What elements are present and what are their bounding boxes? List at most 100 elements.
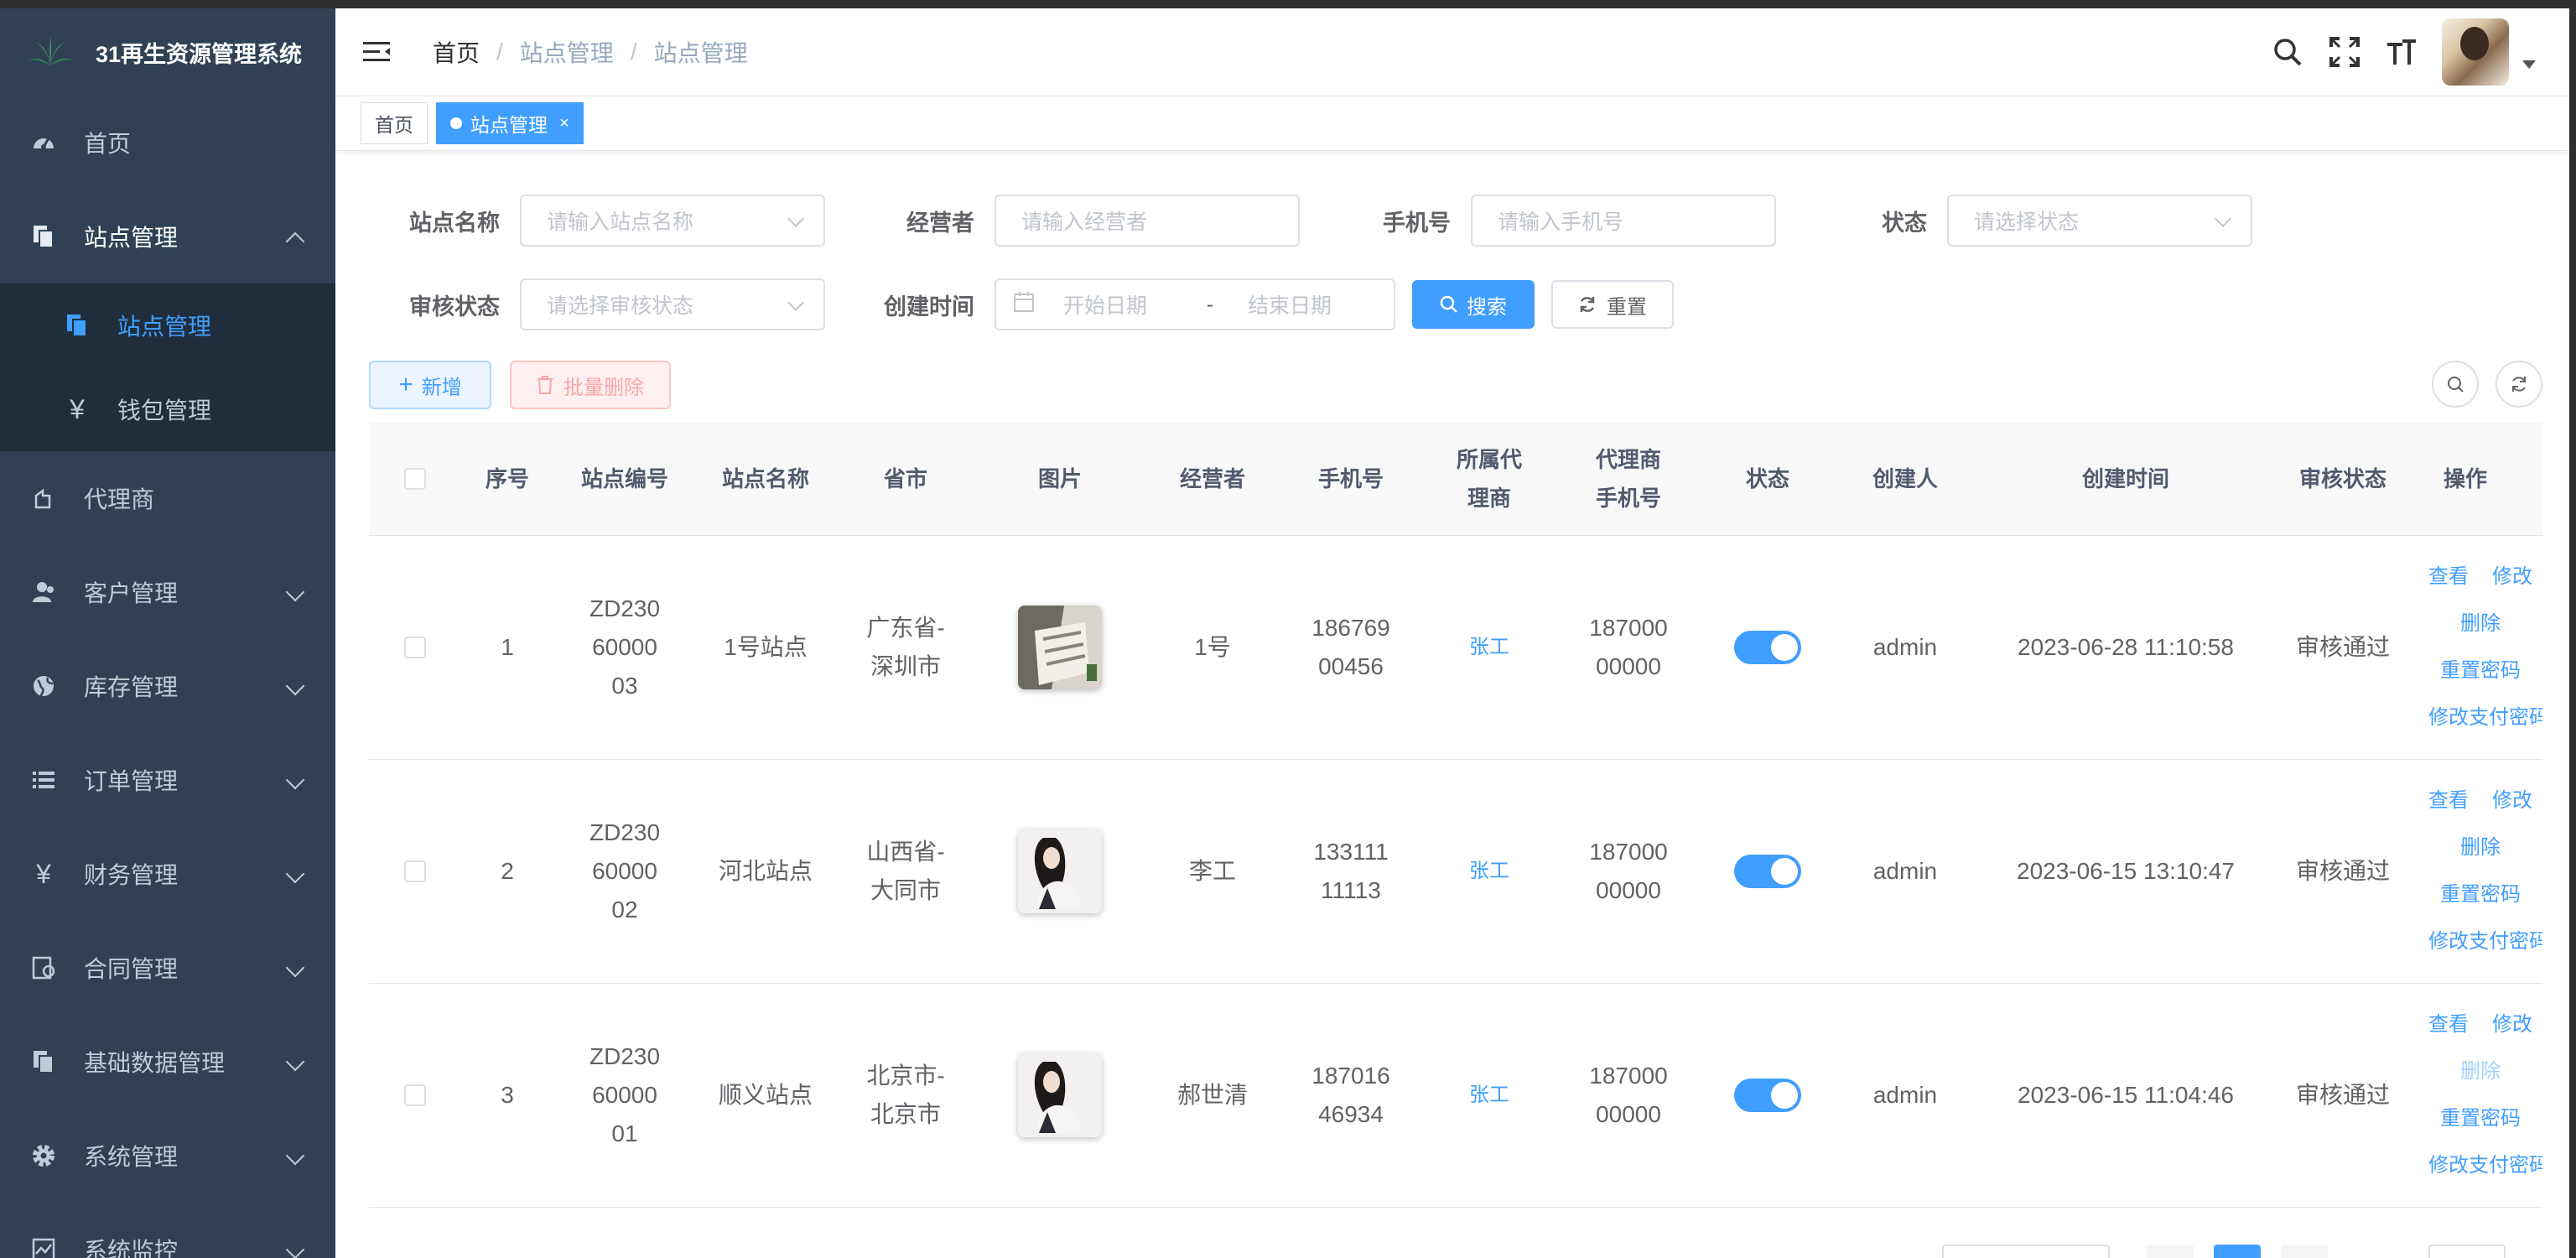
refresh-button[interactable] [2496, 361, 2542, 408]
sidebar-item-system[interactable]: 系统管理 [0, 1109, 335, 1203]
cell-created: 2023-06-15 13:10:47 [2017, 858, 2235, 884]
status-placeholder: 请选择状态 [1974, 211, 2080, 234]
edit-link[interactable]: 修改 [2492, 782, 2532, 820]
status-switch[interactable] [1734, 631, 1801, 664]
edit-link[interactable]: 修改 [2492, 1006, 2532, 1044]
sidebar-item-customer[interactable]: 客户管理 [0, 545, 335, 639]
delete-link[interactable]: 删除 [2460, 1053, 2501, 1091]
cell-name: 顺义站点 [718, 1082, 813, 1108]
menu-toggle-icon[interactable] [362, 38, 391, 66]
search-button[interactable]: 搜索 [1412, 280, 1535, 329]
view-link[interactable]: 查看 [2428, 782, 2469, 820]
row-checkbox[interactable] [404, 860, 426, 882]
caret-down-icon[interactable] [2522, 60, 2536, 69]
cell-agent: 张工 [1420, 984, 1558, 1207]
cell-agent-phone: 18700000000 [1589, 1063, 1668, 1127]
date-range-picker[interactable]: 开始日期 - 结束日期 [995, 278, 1395, 330]
cell-ops: 查看 修改 删除 重置密码 修改支付密码 [2408, 536, 2542, 759]
pagination-jumper[interactable] [2428, 1245, 2506, 1258]
cell-agent-phone: 18700000000 [1589, 839, 1668, 903]
status-label: 状态 [1882, 210, 1927, 236]
cell-operator: 1号 [1194, 634, 1231, 660]
cell-creator: admin [1872, 858, 1938, 884]
close-icon[interactable]: × [559, 114, 569, 133]
site-photo[interactable] [1018, 829, 1102, 913]
sidebar-item-monitor[interactable]: 系统监控 [0, 1203, 335, 1258]
select-all-checkbox[interactable] [404, 468, 426, 490]
navbar-actions [2247, 8, 2536, 96]
sidebar-item-base-data[interactable]: 基础数据管理 [0, 1015, 335, 1109]
row-checkbox[interactable] [404, 637, 426, 658]
logo[interactable]: 31再生资源管理系统 [0, 8, 335, 96]
list-icon [30, 767, 57, 793]
sidebar-item-finance[interactable]: ¥ 财务管理 [0, 827, 335, 921]
tag-home[interactable]: 首页 [361, 102, 428, 144]
reset-button[interactable]: 重置 [1551, 280, 1674, 329]
end-date-placeholder[interactable]: 结束日期 [1248, 289, 1332, 320]
status-switch[interactable] [1734, 1079, 1801, 1112]
view-link[interactable]: 查看 [2428, 558, 2469, 596]
breadcrumb-home[interactable]: 首页 [433, 35, 480, 69]
sidebar-item-inventory[interactable]: 库存管理 [0, 639, 335, 733]
agent-link[interactable]: 张工 [1469, 628, 1509, 667]
date-range-separator: - [1206, 292, 1214, 316]
sidebar-item-label: 订单管理 [84, 768, 179, 794]
toggle-search-button[interactable] [2432, 361, 2479, 408]
col-image: 图片 [1037, 466, 1082, 491]
sidebar-item-site-management-sub[interactable]: 站点管理 [0, 283, 335, 367]
edit-pay-password-link[interactable]: 修改支付密码 [2428, 699, 2542, 737]
search-icon[interactable] [2271, 35, 2304, 69]
sidebar-item-agent[interactable]: 代理商 [0, 451, 335, 545]
breadcrumb-current: 站点管理 [653, 40, 748, 66]
reset-password-link[interactable]: 重置密码 [2440, 1099, 2521, 1138]
pagination-size-select[interactable] [1942, 1245, 2110, 1258]
status-select[interactable]: 请选择状态 [1947, 195, 2252, 247]
reset-password-link[interactable]: 重置密码 [2440, 652, 2521, 690]
site-photo[interactable] [1018, 1053, 1102, 1137]
sidebar-item-home[interactable]: 首页 [0, 96, 335, 190]
agent-link[interactable]: 张工 [1469, 1076, 1509, 1115]
cell-creator: admin [1872, 1082, 1938, 1108]
cell-phone: 18701646934 [1311, 1063, 1390, 1127]
trash-icon [538, 376, 553, 394]
tag-site-management[interactable]: 站点管理 × [436, 102, 584, 144]
add-button[interactable]: + 新增 [369, 361, 491, 409]
sidebar-item-contract[interactable]: 合同管理 [0, 921, 335, 1015]
cell-agent: 张工 [1420, 536, 1558, 759]
contract-icon [30, 954, 57, 981]
sidebar-item-orders[interactable]: 订单管理 [0, 733, 335, 827]
col-index: 序号 [485, 466, 529, 491]
edit-link[interactable]: 修改 [2492, 558, 2532, 596]
pagination-prev[interactable] [2147, 1245, 2194, 1258]
edit-pay-password-link[interactable]: 修改支付密码 [2428, 1146, 2542, 1185]
audit-status-select[interactable]: 请选择审核状态 [520, 278, 825, 330]
pagination-next[interactable] [2281, 1245, 2328, 1258]
agent-link[interactable]: 张工 [1469, 852, 1509, 891]
operator-input[interactable]: 请输入经营者 [995, 195, 1300, 247]
delete-link[interactable]: 删除 [2460, 605, 2501, 643]
batch-delete-button[interactable]: 批量删除 [510, 361, 671, 409]
edit-pay-password-link[interactable]: 修改支付密码 [2428, 923, 2542, 961]
delete-link[interactable]: 删除 [2460, 829, 2501, 867]
font-size-icon[interactable] [2385, 35, 2418, 69]
avatar[interactable] [2442, 18, 2509, 86]
start-date-placeholder[interactable]: 开始日期 [1063, 289, 1189, 320]
reset-password-link[interactable]: 重置密码 [2440, 876, 2521, 914]
breadcrumb-site-management[interactable]: 站点管理 [520, 35, 614, 69]
site-photo[interactable] [1018, 606, 1102, 689]
sidebar-item-site-management[interactable]: 站点管理 [0, 190, 335, 283]
sidebar-item-wallet[interactable]: ¥ 钱包管理 [0, 367, 335, 451]
cell-image [976, 760, 1144, 983]
cell-status [1699, 536, 1836, 759]
row-checkbox[interactable] [404, 1084, 426, 1106]
phone-input[interactable]: 请输入手机号 [1471, 195, 1776, 247]
pagination-page-active[interactable] [2214, 1245, 2261, 1258]
audit-status-label: 审核状态 [409, 294, 500, 320]
site-name-select[interactable]: 请输入站点名称 [520, 195, 825, 247]
status-switch[interactable] [1734, 855, 1801, 888]
cell-code: ZD2306000003 [589, 595, 661, 699]
fullscreen-icon[interactable] [2328, 35, 2361, 69]
view-link[interactable]: 查看 [2428, 1006, 2469, 1044]
main-content: 首页 / 站点管理 / 站点管理 首页 站点管理 × 站点名称 请输入站点名称 … [335, 8, 2569, 1258]
operator-placeholder: 请输入经营者 [1021, 211, 1148, 234]
